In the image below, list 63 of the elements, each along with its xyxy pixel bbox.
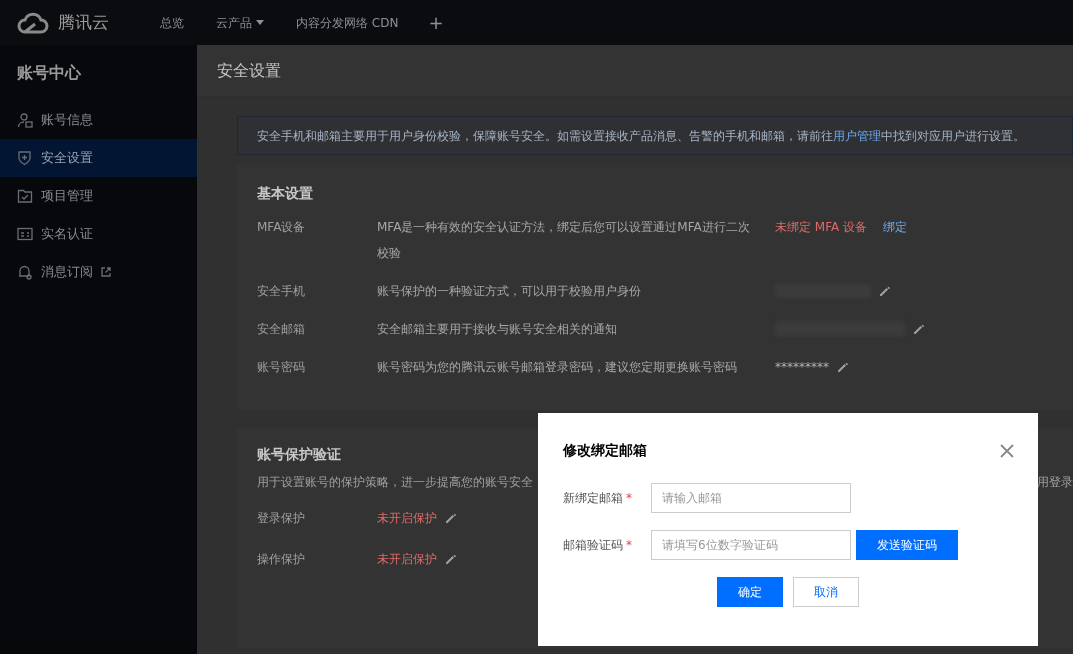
external-link-icon xyxy=(101,267,111,277)
sidebar-item[interactable]: 项目管理 xyxy=(0,177,197,215)
bind-link[interactable]: 绑定 xyxy=(883,214,907,240)
field-label: 邮箱验证码 xyxy=(563,537,623,554)
sidebar-item-label: 消息订阅 xyxy=(41,263,93,282)
sidebar-item[interactable]: 实名认证 xyxy=(0,215,197,253)
section-description-fragment: 用登录 xyxy=(1037,474,1073,491)
cloud-logo-icon[interactable] xyxy=(16,10,50,35)
row-label: 安全邮箱 xyxy=(257,321,306,338)
input-field[interactable]: 请填写6位数字验证码 xyxy=(651,530,851,560)
pencil-icon[interactable] xyxy=(837,361,849,373)
row-label: 账号密码 xyxy=(257,359,306,376)
nav-link[interactable]: 云产品 xyxy=(204,13,276,32)
brand-name: 腾讯云 xyxy=(58,10,109,34)
add-tab-button[interactable]: + xyxy=(418,9,454,36)
confirm-button[interactable]: 确定 xyxy=(717,577,783,607)
protection-status: 未开启保护 xyxy=(377,551,437,568)
protection-status: 未开启保护 xyxy=(377,510,437,527)
required-mark: * xyxy=(626,537,632,554)
nav-link[interactable]: 内容分发网络 CDN xyxy=(284,13,411,32)
user-management-link[interactable]: 用户管理 xyxy=(833,128,881,143)
row-label: 操作保护 xyxy=(257,551,306,568)
field-label: 新绑定邮箱 xyxy=(563,490,623,507)
row-label: 安全手机 xyxy=(257,283,306,300)
section-title: 基本设置 xyxy=(257,184,313,203)
notice-text: 安全手机和邮箱主要用于用户身份校验，保障账号安全。如需设置接收产品消息、告警的手机和邮箱，请前往用户管理中找到对应用户进行设置。 xyxy=(257,127,1025,145)
row-description: 账号保护的一种验证方式，可以用于校验用户身份 xyxy=(377,283,642,300)
sidebar-item[interactable]: 安全设置 xyxy=(0,139,197,177)
pencil-icon[interactable] xyxy=(879,285,891,297)
row-description: MFA是一种有效的安全认证方法，绑定后您可以设置通过MFA进行二次校验 xyxy=(377,219,751,262)
page-title: 安全设置 xyxy=(217,59,281,82)
input-field[interactable]: 请输入邮箱 xyxy=(651,483,851,513)
user-icon xyxy=(17,112,33,128)
close-icon xyxy=(1000,443,1014,458)
sidebar-item-label: 实名认证 xyxy=(41,225,93,244)
section-title: 账号保护验证 xyxy=(257,445,341,464)
row-label: 登录保护 xyxy=(257,510,306,527)
sidebar-title: 账号中心 xyxy=(16,62,82,84)
pencil-icon[interactable] xyxy=(445,553,457,565)
folder-icon xyxy=(17,188,33,204)
sidebar-item-label: 账号信息 xyxy=(41,111,93,130)
sidebar-item-label: 安全设置 xyxy=(41,149,93,168)
close-button[interactable] xyxy=(1000,443,1014,458)
row-description: 账号密码为您的腾讯云账号邮箱登录密码，建议您定期更换账号密码 xyxy=(377,359,738,376)
dialog-title: 修改绑定邮箱 xyxy=(563,441,647,460)
sidebar-item-label: 项目管理 xyxy=(41,187,93,206)
row-description: 安全邮箱主要用于接收与账号安全相关的通知 xyxy=(377,321,618,338)
caret-icon xyxy=(256,20,264,25)
id-card-icon xyxy=(17,226,33,242)
status-text: 未绑定 MFA 设备 xyxy=(775,219,867,236)
pencil-icon[interactable] xyxy=(913,323,925,335)
cancel-button[interactable]: 取消 xyxy=(793,577,859,607)
sidebar-item[interactable]: 消息订阅 xyxy=(0,253,197,291)
row-label: MFA设备 xyxy=(257,219,307,236)
pencil-icon[interactable] xyxy=(445,512,457,524)
masked-password: ********* xyxy=(775,359,829,376)
section-description: 用于设置账号的保护策略，进一步提高您的账号安全 xyxy=(257,474,533,491)
sidebar-item[interactable]: 账号信息 xyxy=(0,101,197,139)
send-code-button[interactable]: 发送验证码 xyxy=(856,530,958,560)
shield-icon xyxy=(17,150,33,166)
bell-icon xyxy=(17,264,33,280)
nav-link[interactable]: 总览 xyxy=(148,13,196,32)
required-mark: * xyxy=(626,490,632,507)
